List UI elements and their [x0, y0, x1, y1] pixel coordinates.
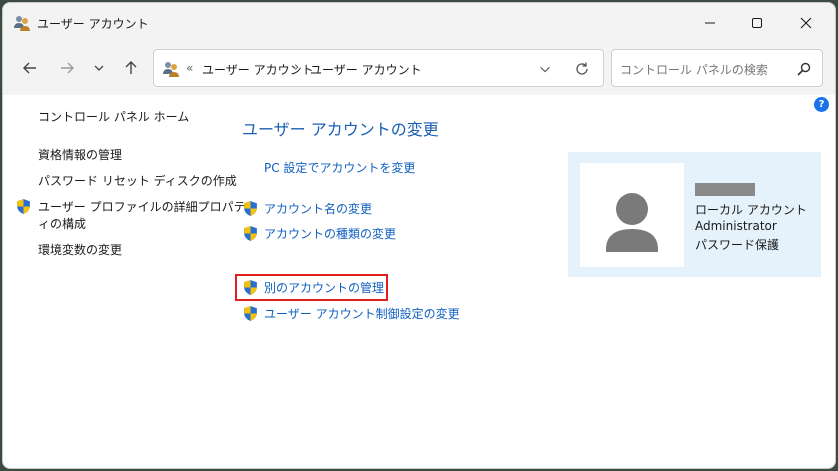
- forward-arrow-icon: [61, 62, 74, 74]
- uac-shield-icon: [244, 201, 257, 216]
- uac-shield-icon: [244, 306, 257, 321]
- account-protection: パスワード保護: [695, 238, 780, 252]
- user-accounts-location-icon: [163, 62, 179, 77]
- refresh-icon: [576, 62, 588, 75]
- minimize-icon: [705, 22, 715, 24]
- recent-locations-button[interactable]: [86, 55, 112, 81]
- close-icon: [800, 17, 812, 29]
- sidebar-item-environment-variables[interactable]: 環境変数の変更: [38, 242, 122, 259]
- control-panel-window: ユーザー アカウント « ユーザー アカウント › ユーザー アカウント コント…: [2, 2, 836, 469]
- address-history-button[interactable]: [536, 60, 554, 78]
- navigation-bar: « ユーザー アカウント › ユーザー アカウント コントロール パネルの検索: [3, 43, 835, 95]
- chevron-down-icon: [94, 65, 104, 71]
- sidebar-item-password-reset-disk[interactable]: パスワード リセット ディスクの作成: [38, 173, 237, 190]
- window-title: ユーザー アカウント: [37, 17, 149, 31]
- chevron-down-icon: [540, 66, 550, 73]
- back-arrow-icon: [23, 62, 36, 74]
- account-name-redacted: [695, 183, 755, 196]
- user-avatar-icon: [606, 193, 658, 252]
- refresh-button[interactable]: [572, 59, 592, 79]
- up-button[interactable]: [118, 55, 144, 81]
- address-bar[interactable]: « ユーザー アカウント › ユーザー アカウント: [153, 49, 604, 87]
- uac-shield-icon: [244, 280, 257, 295]
- task-link-change-account-name[interactable]: アカウント名の変更: [264, 201, 372, 218]
- uac-shield-icon: [244, 226, 257, 241]
- maximize-button[interactable]: [734, 3, 780, 43]
- avatar: [580, 163, 684, 267]
- minimize-button[interactable]: [687, 3, 733, 43]
- close-button[interactable]: [783, 3, 829, 43]
- task-link-change-account-type[interactable]: アカウントの種類の変更: [264, 226, 396, 243]
- breadcrumb-separator[interactable]: ›: [294, 60, 299, 75]
- search-icon[interactable]: [796, 61, 812, 77]
- help-icon[interactable]: ?: [814, 97, 829, 112]
- title-bar: ユーザー アカウント: [3, 3, 835, 43]
- task-link-manage-another-account[interactable]: 別のアカウントの管理: [264, 280, 384, 297]
- search-box[interactable]: コントロール パネルの検索: [611, 49, 823, 87]
- maximize-icon: [752, 18, 762, 28]
- sidebar-item-credential-manager[interactable]: 資格情報の管理: [38, 147, 122, 164]
- search-placeholder[interactable]: コントロール パネルの検索: [620, 61, 768, 78]
- breadcrumb-item[interactable]: ユーザー アカウント: [310, 61, 422, 78]
- forward-button[interactable]: [54, 55, 80, 81]
- back-button[interactable]: [17, 55, 43, 81]
- task-link-uac-settings[interactable]: ユーザー アカウント制御設定の変更: [264, 306, 460, 323]
- user-accounts-app-icon: [14, 16, 30, 31]
- sidebar-item-control-panel-home[interactable]: コントロール パネル ホーム: [38, 109, 189, 126]
- task-link-pc-settings[interactable]: PC 設定でアカウントを変更: [264, 160, 415, 177]
- account-role: Administrator: [695, 219, 777, 233]
- uac-shield-icon: [17, 199, 30, 214]
- sidebar-item-advanced-profile-continued[interactable]: ィの構成: [38, 216, 86, 233]
- breadcrumb-overflow[interactable]: «: [186, 61, 193, 75]
- up-arrow-icon: [125, 61, 137, 74]
- account-type: ローカル アカウント: [695, 203, 807, 217]
- account-info-panel: ローカル アカウント Administrator パスワード保護: [568, 152, 821, 277]
- page-title: ユーザー アカウントの変更: [242, 120, 439, 139]
- sidebar-item-advanced-profile[interactable]: ユーザー プロファイルの詳細プロパテ: [38, 199, 246, 216]
